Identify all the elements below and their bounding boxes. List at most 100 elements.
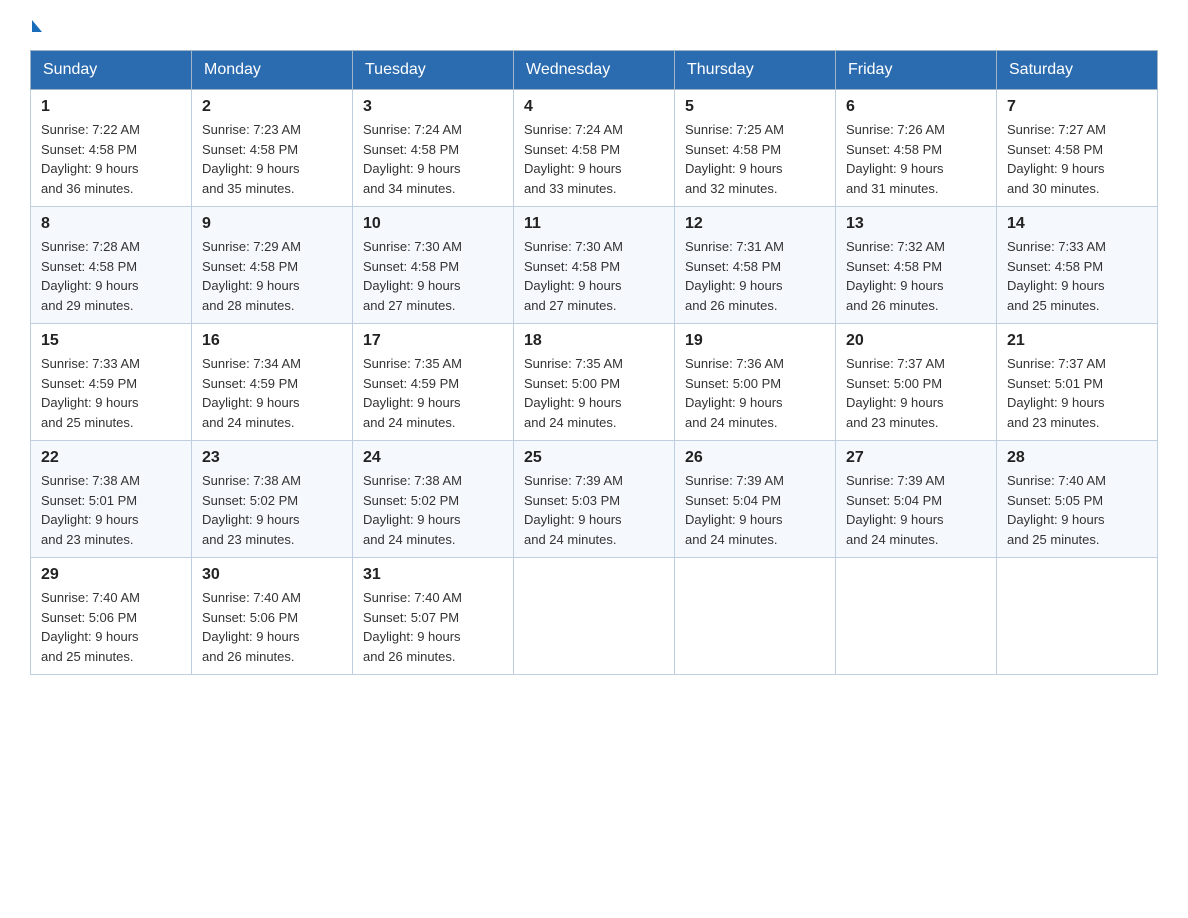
day-of-week-header: Tuesday [353,51,514,90]
day-of-week-header: Thursday [675,51,836,90]
calendar-cell: 16 Sunrise: 7:34 AMSunset: 4:59 PMDayligh… [192,324,353,441]
day-info: Sunrise: 7:29 AMSunset: 4:58 PMDaylight:… [202,237,342,315]
day-number: 18 [524,332,664,350]
calendar-cell: 30 Sunrise: 7:40 AMSunset: 5:06 PMDayligh… [192,558,353,675]
day-number: 16 [202,332,342,350]
day-info: Sunrise: 7:24 AMSunset: 4:58 PMDaylight:… [363,120,503,198]
day-info: Sunrise: 7:35 AMSunset: 5:00 PMDaylight:… [524,354,664,432]
calendar-cell: 8 Sunrise: 7:28 AMSunset: 4:58 PMDaylight… [31,207,192,324]
calendar-cell: 29 Sunrise: 7:40 AMSunset: 5:06 PMDayligh… [31,558,192,675]
calendar-week-row: 15 Sunrise: 7:33 AMSunset: 4:59 PMDayligh… [31,324,1158,441]
calendar-cell: 23Sunrise: 7:38 AMSunset: 5:02 PMDayligh… [192,441,353,558]
day-info: Sunrise: 7:35 AMSunset: 4:59 PMDaylight:… [363,354,503,432]
day-info: Sunrise: 7:40 AMSunset: 5:06 PMDaylight:… [202,588,342,666]
day-info: Sunrise: 7:26 AMSunset: 4:58 PMDaylight:… [846,120,986,198]
day-number: 5 [685,98,825,116]
day-info: Sunrise: 7:33 AMSunset: 4:58 PMDaylight:… [1007,237,1147,315]
day-number: 10 [363,215,503,233]
calendar-cell: 9Sunrise: 7:29 AMSunset: 4:58 PMDaylight… [192,207,353,324]
day-number: 24 [363,449,503,467]
day-number: 21 [1007,332,1147,350]
calendar-cell: 25Sunrise: 7:39 AMSunset: 5:03 PMDayligh… [514,441,675,558]
calendar-cell: 21 Sunrise: 7:37 AMSunset: 5:01 PMDayligh… [997,324,1158,441]
calendar-header-row: SundayMondayTuesdayWednesdayThursdayFrid… [31,51,1158,90]
day-number: 7 [1007,98,1147,116]
calendar-cell: 11Sunrise: 7:30 AMSunset: 4:58 PMDayligh… [514,207,675,324]
day-of-week-header: Monday [192,51,353,90]
day-info: Sunrise: 7:36 AMSunset: 5:00 PMDaylight:… [685,354,825,432]
day-number: 30 [202,566,342,584]
calendar-cell: 15 Sunrise: 7:33 AMSunset: 4:59 PMDayligh… [31,324,192,441]
calendar-cell: 13 Sunrise: 7:32 AMSunset: 4:58 PMDayligh… [836,207,997,324]
day-info: Sunrise: 7:31 AMSunset: 4:58 PMDaylight:… [685,237,825,315]
calendar-cell: 10 Sunrise: 7:30 AMSunset: 4:58 PMDayligh… [353,207,514,324]
day-info: Sunrise: 7:34 AMSunset: 4:59 PMDaylight:… [202,354,342,432]
day-number: 31 [363,566,503,584]
calendar-cell: 31Sunrise: 7:40 AMSunset: 5:07 PMDayligh… [353,558,514,675]
day-number: 23 [202,449,342,467]
day-info: Sunrise: 7:37 AMSunset: 5:01 PMDaylight:… [1007,354,1147,432]
day-number: 17 [363,332,503,350]
day-number: 11 [524,215,664,233]
calendar-cell: 1 Sunrise: 7:22 AMSunset: 4:58 PMDaylight… [31,90,192,207]
calendar-cell: 26 Sunrise: 7:39 AMSunset: 5:04 PMDayligh… [675,441,836,558]
day-info: Sunrise: 7:38 AMSunset: 5:01 PMDaylight:… [41,471,181,549]
day-number: 22 [41,449,181,467]
day-info: Sunrise: 7:37 AMSunset: 5:00 PMDaylight:… [846,354,986,432]
day-number: 15 [41,332,181,350]
calendar-cell: 3Sunrise: 7:24 AMSunset: 4:58 PMDaylight… [353,90,514,207]
day-info: Sunrise: 7:28 AMSunset: 4:58 PMDaylight:… [41,237,181,315]
logo-triangle-icon [32,20,42,32]
calendar-table: SundayMondayTuesdayWednesdayThursdayFrid… [30,50,1158,675]
day-number: 1 [41,98,181,116]
calendar-cell: 17 Sunrise: 7:35 AMSunset: 4:59 PMDayligh… [353,324,514,441]
calendar-cell: 6 Sunrise: 7:26 AMSunset: 4:58 PMDaylight… [836,90,997,207]
page-header [30,20,1158,32]
calendar-cell: 24 Sunrise: 7:38 AMSunset: 5:02 PMDayligh… [353,441,514,558]
day-info: Sunrise: 7:32 AMSunset: 4:58 PMDaylight:… [846,237,986,315]
calendar-week-row: 29 Sunrise: 7:40 AMSunset: 5:06 PMDayligh… [31,558,1158,675]
calendar-cell: 20 Sunrise: 7:37 AMSunset: 5:00 PMDayligh… [836,324,997,441]
day-number: 8 [41,215,181,233]
calendar-cell: 22 Sunrise: 7:38 AMSunset: 5:01 PMDayligh… [31,441,192,558]
day-info: Sunrise: 7:30 AMSunset: 4:58 PMDaylight:… [363,237,503,315]
day-info: Sunrise: 7:39 AMSunset: 5:03 PMDaylight:… [524,471,664,549]
day-number: 20 [846,332,986,350]
day-number: 29 [41,566,181,584]
day-info: Sunrise: 7:39 AMSunset: 5:04 PMDaylight:… [846,471,986,549]
calendar-cell: 27 Sunrise: 7:39 AMSunset: 5:04 PMDayligh… [836,441,997,558]
day-of-week-header: Friday [836,51,997,90]
day-number: 4 [524,98,664,116]
day-number: 19 [685,332,825,350]
calendar-cell: 4 Sunrise: 7:24 AMSunset: 4:58 PMDaylight… [514,90,675,207]
calendar-week-row: 22 Sunrise: 7:38 AMSunset: 5:01 PMDayligh… [31,441,1158,558]
day-info: Sunrise: 7:39 AMSunset: 5:04 PMDaylight:… [685,471,825,549]
calendar-cell [514,558,675,675]
calendar-cell [675,558,836,675]
calendar-cell [836,558,997,675]
day-number: 14 [1007,215,1147,233]
calendar-week-row: 1 Sunrise: 7:22 AMSunset: 4:58 PMDaylight… [31,90,1158,207]
day-number: 27 [846,449,986,467]
day-number: 28 [1007,449,1147,467]
calendar-cell: 14 Sunrise: 7:33 AMSunset: 4:58 PMDayligh… [997,207,1158,324]
calendar-cell: 7Sunrise: 7:27 AMSunset: 4:58 PMDaylight… [997,90,1158,207]
day-info: Sunrise: 7:24 AMSunset: 4:58 PMDaylight:… [524,120,664,198]
calendar-cell: 12 Sunrise: 7:31 AMSunset: 4:58 PMDayligh… [675,207,836,324]
day-number: 13 [846,215,986,233]
day-info: Sunrise: 7:38 AMSunset: 5:02 PMDaylight:… [363,471,503,549]
calendar-cell: 28Sunrise: 7:40 AMSunset: 5:05 PMDayligh… [997,441,1158,558]
day-info: Sunrise: 7:40 AMSunset: 5:06 PMDaylight:… [41,588,181,666]
calendar-week-row: 8 Sunrise: 7:28 AMSunset: 4:58 PMDaylight… [31,207,1158,324]
day-info: Sunrise: 7:25 AMSunset: 4:58 PMDaylight:… [685,120,825,198]
day-number: 6 [846,98,986,116]
day-number: 26 [685,449,825,467]
calendar-cell: 19 Sunrise: 7:36 AMSunset: 5:00 PMDayligh… [675,324,836,441]
day-info: Sunrise: 7:22 AMSunset: 4:58 PMDaylight:… [41,120,181,198]
day-of-week-header: Sunday [31,51,192,90]
calendar-cell: 2Sunrise: 7:23 AMSunset: 4:58 PMDaylight… [192,90,353,207]
day-number: 12 [685,215,825,233]
calendar-cell: 18 Sunrise: 7:35 AMSunset: 5:00 PMDayligh… [514,324,675,441]
day-of-week-header: Saturday [997,51,1158,90]
day-info: Sunrise: 7:33 AMSunset: 4:59 PMDaylight:… [41,354,181,432]
